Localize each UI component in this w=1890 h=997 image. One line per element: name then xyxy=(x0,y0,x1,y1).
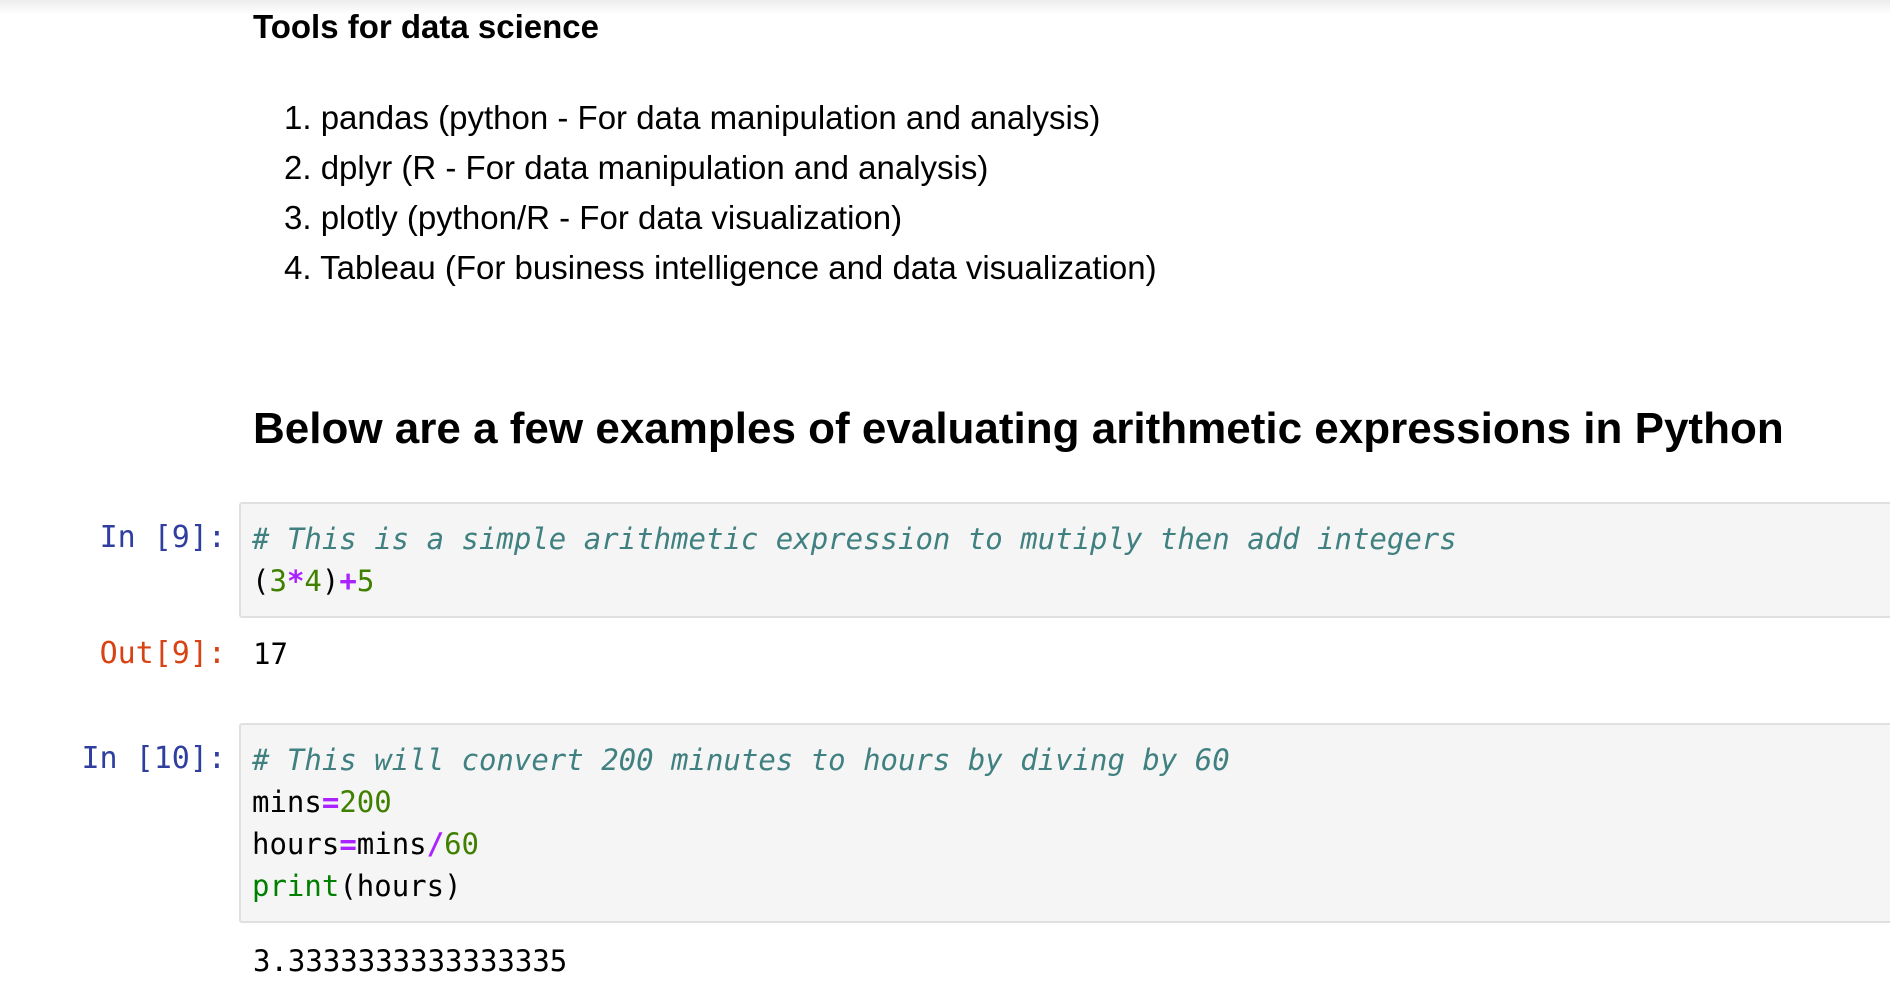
list-number: 2. xyxy=(284,149,312,186)
output-result: 17 xyxy=(253,637,288,671)
code-token: mins xyxy=(252,785,322,819)
code-line: hours=mins/60 xyxy=(252,823,479,865)
code-line: (3*4)+5 xyxy=(252,560,374,602)
code-token: hours xyxy=(252,827,340,861)
code-token: mins xyxy=(356,827,427,861)
code-line: print(hours) xyxy=(252,865,462,907)
code-token: 3 xyxy=(269,564,287,598)
list-item-text: plotly (python/R - For data visualizatio… xyxy=(320,199,903,236)
tools-list: 1. pandas (python - For data manipulatio… xyxy=(284,93,1157,293)
code-token: (hours) xyxy=(339,869,462,903)
code-editor[interactable]: # This is a simple arithmetic expression… xyxy=(239,502,1890,618)
list-item: 1. pandas (python - For data manipulatio… xyxy=(284,93,1157,143)
input-prompt: In [10]: xyxy=(81,741,227,776)
code-token: print xyxy=(252,869,340,903)
code-token: 60 xyxy=(444,827,480,861)
code-token: / xyxy=(426,827,445,861)
tools-heading: Tools for data science xyxy=(253,8,599,45)
code-token: # This is a simple arithmetic expression… xyxy=(252,522,1457,556)
code-token: ( xyxy=(252,564,270,598)
list-item: 3. plotly (python/R - For data visualiza… xyxy=(284,193,1157,243)
code-token: 4 xyxy=(304,564,322,598)
output-prompt: Out[9]: xyxy=(99,636,226,671)
code-token: 5 xyxy=(356,564,375,598)
list-item-text: dplyr (R - For data manipulation and ana… xyxy=(320,149,989,186)
examples-heading: Below are a few examples of evaluating a… xyxy=(253,404,1784,453)
code-token: = xyxy=(339,827,357,861)
code-token: 200 xyxy=(339,785,392,819)
code-token: ) xyxy=(321,564,340,598)
notebook-container: Tools for data science 1. pandas (python… xyxy=(0,0,1890,997)
code-line: mins=200 xyxy=(252,781,392,823)
code-line: # This will convert 200 minutes to hours… xyxy=(252,739,1230,781)
list-item-text: Tableau (For business intelligence and d… xyxy=(320,249,1157,286)
list-number: 3. xyxy=(284,199,312,236)
output-result: 3.3333333333333335 xyxy=(253,944,568,978)
list-item-text: pandas (python - For data manipulation a… xyxy=(320,99,1101,136)
list-item: 2. dplyr (R - For data manipulation and … xyxy=(284,143,1157,193)
input-prompt: In [9]: xyxy=(99,520,226,555)
list-number: 1. xyxy=(284,99,312,136)
code-token: + xyxy=(339,564,357,598)
code-token: * xyxy=(286,564,305,598)
code-token: = xyxy=(321,785,340,819)
code-token: # This will convert 200 minutes to hours… xyxy=(252,743,1230,777)
list-number: 4. xyxy=(284,249,312,286)
code-line: # This is a simple arithmetic expression… xyxy=(252,518,1457,560)
list-item: 4. Tableau (For business intelligence an… xyxy=(284,243,1157,293)
code-editor[interactable]: # This will convert 200 minutes to hours… xyxy=(239,723,1890,923)
